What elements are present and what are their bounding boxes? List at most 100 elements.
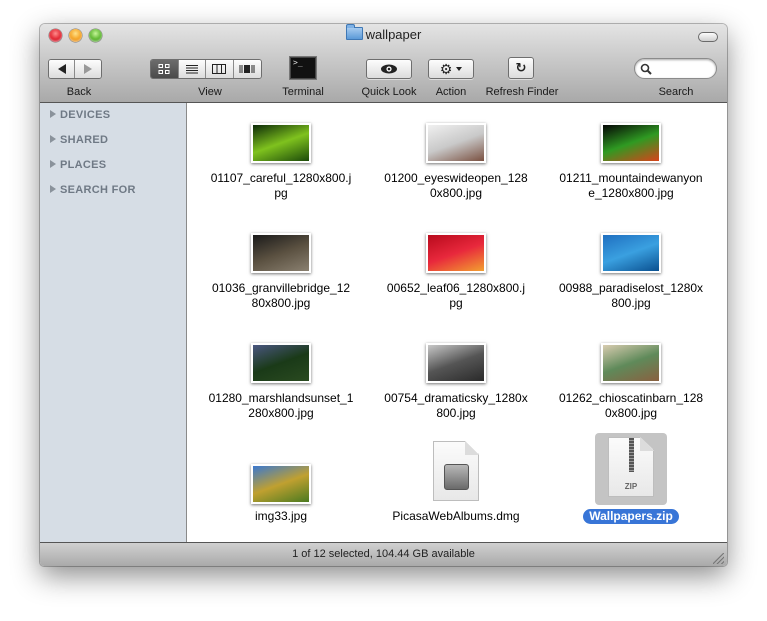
image-thumbnail — [601, 123, 661, 163]
refresh-icon: ↻ — [515, 60, 527, 75]
list-view-icon — [185, 65, 198, 74]
thumbnail-wrapper — [368, 343, 544, 383]
file-name-line: pg — [449, 296, 463, 310]
file-name-line: 80x800.jpg — [251, 296, 311, 310]
eye-icon — [381, 64, 397, 74]
file-name-line: 01107_careful_1280x800.j — [210, 171, 352, 185]
action-label: Action — [435, 86, 467, 98]
cover-flow-icon — [239, 65, 255, 73]
status-text: 1 of 12 selected, 104.44 GB available — [292, 548, 475, 560]
list-view-button[interactable] — [178, 60, 206, 78]
file-item[interactable]: 00652_leaf06_1280x800.j pg — [368, 213, 544, 318]
forward-button[interactable] — [75, 60, 101, 78]
cover-flow-view-button[interactable] — [233, 60, 261, 78]
back-label: Back — [66, 86, 92, 98]
quick-look-label: Quick Look — [361, 86, 417, 98]
file-item[interactable]: PicasaWebAlbums.dmg — [368, 433, 544, 538]
hard-drive-glyph — [444, 464, 469, 490]
file-name-line: 0x800.jpg — [604, 406, 658, 420]
thumbnail-wrapper — [193, 464, 369, 504]
file-item[interactable]: img33.jpg — [193, 433, 369, 538]
sidebar-item-search-for[interactable]: SEARCH FOR — [50, 184, 136, 196]
refresh-finder-button[interactable]: ↻ — [508, 57, 534, 79]
window-title-text: wallpaper — [365, 27, 422, 42]
terminal-label: Terminal — [282, 86, 324, 98]
refresh-finder-label: Refresh Finder — [485, 86, 559, 98]
file-item[interactable]: 01262_chioscatinbarn_128 0x800.jpg — [543, 323, 719, 428]
search-input[interactable] — [654, 61, 716, 77]
file-name: 01200_eyeswideopen_128 0x800.jpg — [368, 171, 544, 201]
zip-archive-icon: ZIP — [608, 437, 654, 497]
back-button[interactable] — [49, 60, 76, 78]
page-fold — [640, 437, 654, 451]
image-thumbnail — [251, 233, 311, 273]
sidebar-item-shared[interactable]: SHARED — [50, 134, 108, 146]
disclosure-triangle-icon[interactable] — [50, 185, 56, 193]
quick-look-button[interactable] — [366, 59, 412, 79]
chevron-down-icon — [456, 67, 463, 71]
file-item[interactable]: 00988_paradiselost_1280x 800.jpg — [543, 213, 719, 318]
file-name: 01280_marshlandsunset_1 280x800.jpg — [193, 391, 369, 421]
file-name: 00988_paradiselost_1280x 800.jpg — [543, 281, 719, 311]
terminal-button[interactable]: >_ — [289, 56, 317, 80]
page-fold — [465, 441, 479, 455]
view-mode-control — [150, 59, 262, 79]
resize-grip-icon[interactable] — [713, 553, 724, 564]
disclosure-triangle-icon[interactable] — [50, 135, 56, 143]
thumbnail-wrapper — [368, 123, 544, 163]
action-button[interactable]: ⚙ — [428, 59, 474, 79]
file-name-line: img33.jpg — [254, 509, 308, 523]
file-item[interactable]: 01211_mountaindewanyon e_1280x800.jpg — [543, 103, 719, 208]
search-field[interactable] — [634, 58, 717, 79]
thumbnail-wrapper: ZIP — [543, 437, 719, 497]
file-item[interactable]: 01036_granvillebridge_12 80x800.jpg — [193, 213, 369, 318]
file-item[interactable]: 01200_eyeswideopen_128 0x800.jpg — [368, 103, 544, 208]
thumbnail-wrapper — [193, 343, 369, 383]
file-name-line: 800.jpg — [436, 406, 476, 420]
column-view-icon — [212, 64, 227, 74]
thumbnail-wrapper — [543, 233, 719, 273]
thumbnail-wrapper — [368, 233, 544, 273]
file-item[interactable]: 00754_dramaticsky_1280x 800.jpg — [368, 323, 544, 428]
file-item[interactable]: ZIP Wallpapers.zip — [543, 433, 719, 538]
file-item[interactable]: 01280_marshlandsunset_1 280x800.jpg — [193, 323, 369, 428]
file-item[interactable]: 01107_careful_1280x800.j pg — [193, 103, 369, 208]
toolbar: wallpaper Back View >_ Terminal Quick Lo… — [40, 24, 727, 103]
disclosure-triangle-icon[interactable] — [50, 160, 56, 168]
file-name-line: 01211_mountaindewanyon — [559, 171, 703, 185]
image-thumbnail — [601, 233, 661, 273]
status-bar: 1 of 12 selected, 104.44 GB available — [40, 542, 727, 566]
file-name-line: 0x800.jpg — [429, 186, 483, 200]
image-thumbnail — [426, 233, 486, 273]
icon-view-button[interactable] — [151, 60, 179, 78]
image-thumbnail — [601, 343, 661, 383]
thumbnail-wrapper — [368, 441, 544, 501]
file-name: 00652_leaf06_1280x800.j pg — [368, 281, 544, 311]
file-name: 01036_granvillebridge_12 80x800.jpg — [193, 281, 369, 311]
zip-badge: ZIP — [624, 482, 638, 491]
file-name-line: PicasaWebAlbums.dmg — [392, 509, 520, 523]
file-name-line: Wallpapers.zip — [583, 509, 679, 524]
back-forward-control — [48, 59, 102, 79]
finder-window: wallpaper Back View >_ Terminal Quick Lo… — [40, 24, 727, 566]
thumbnail-wrapper — [543, 343, 719, 383]
thumbnail-wrapper — [193, 123, 369, 163]
file-name-line: 00988_paradiselost_1280x — [558, 281, 704, 295]
file-name-line: 01262_chioscatinbarn_128 — [558, 391, 704, 405]
sidebar-item-devices[interactable]: DEVICES — [50, 109, 110, 121]
sidebar: DEVICES SHARED PLACES SEARCH FOR — [40, 103, 187, 542]
column-view-button[interactable] — [206, 60, 234, 78]
toolbar-toggle-button[interactable] — [698, 32, 718, 42]
file-name-line: 00652_leaf06_1280x800.j — [386, 281, 526, 295]
zipper-glyph — [629, 438, 634, 472]
image-thumbnail — [251, 123, 311, 163]
sidebar-item-places[interactable]: PLACES — [50, 159, 106, 171]
image-thumbnail — [251, 464, 311, 504]
search-label: Search — [658, 86, 694, 98]
file-name-line: 01200_eyeswideopen_128 — [384, 171, 528, 185]
image-thumbnail — [251, 343, 311, 383]
terminal-icon: >_ — [293, 58, 303, 67]
back-arrow-icon — [57, 64, 66, 74]
disclosure-triangle-icon[interactable] — [50, 110, 56, 118]
file-name: img33.jpg — [193, 509, 369, 524]
